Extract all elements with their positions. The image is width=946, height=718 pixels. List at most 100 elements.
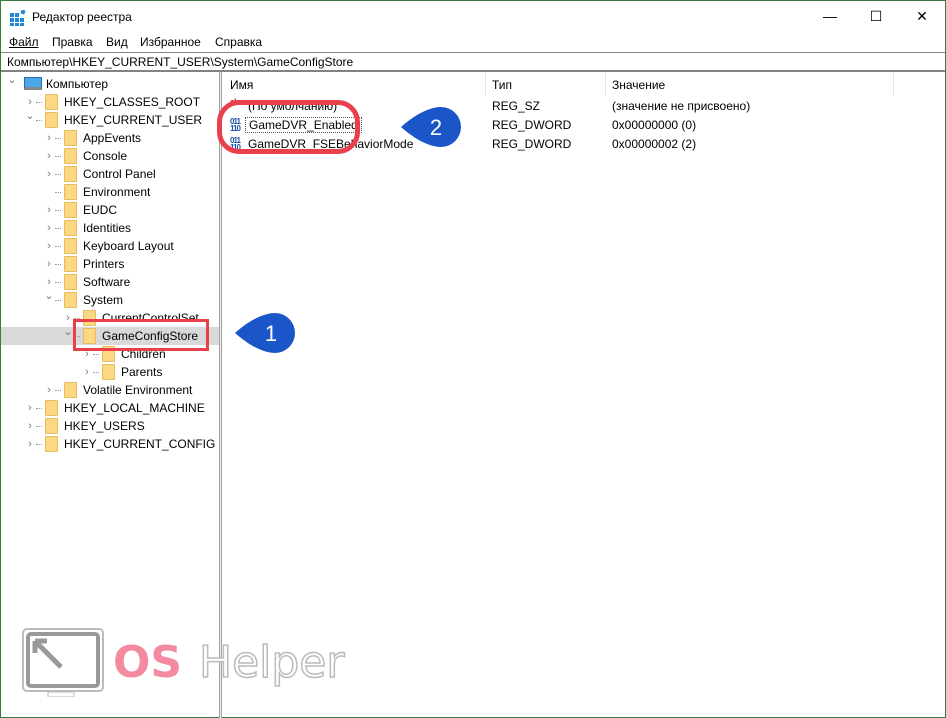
tree-connector [55, 264, 61, 265]
tree-node-label: Control Panel [83, 167, 156, 181]
chevron-right-icon[interactable]: › [25, 93, 35, 111]
tree-node[interactable]: ⌄ System [1, 291, 219, 309]
folder-icon [64, 274, 77, 290]
chevron-down-icon[interactable]: ⌄ [44, 291, 54, 309]
tree-node[interactable]: › Parents [1, 363, 219, 381]
folder-icon [64, 220, 77, 236]
tree-connector [55, 210, 61, 211]
tree-connector [55, 174, 61, 175]
close-button[interactable]: ✕ [899, 1, 945, 31]
column-header-value[interactable]: Значение [604, 76, 665, 96]
tree-node[interactable]: › HKEY_USERS [1, 417, 219, 435]
values-list[interactable]: Имя Тип Значение ab (По умолчанию) REG_S… [222, 72, 945, 718]
tree-connector [36, 426, 42, 427]
chevron-right-icon[interactable]: › [44, 219, 54, 237]
callout-1-marker: 1 [235, 313, 295, 353]
tree-node[interactable]: › Control Panel [1, 165, 219, 183]
folder-icon [64, 292, 77, 308]
tree-node[interactable]: › Keyboard Layout [1, 237, 219, 255]
chevron-right-icon[interactable]: › [63, 309, 73, 327]
column-header-type[interactable]: Тип [484, 76, 512, 96]
tree-connector [36, 408, 42, 409]
chevron-right-icon[interactable]: › [44, 381, 54, 399]
chevron-right-icon[interactable]: › [44, 129, 54, 147]
tree-connector [36, 120, 42, 121]
chevron-right-icon[interactable]: › [44, 273, 54, 291]
tree-node[interactable]: › HKEY_CLASSES_ROOT [1, 93, 219, 111]
tree-connector [55, 228, 61, 229]
menu-edit[interactable]: Правка [52, 35, 93, 49]
tree-node[interactable]: › Console [1, 147, 219, 165]
regedit-app-icon [10, 10, 26, 26]
registry-editor-window: Редактор реестра — ☐ ✕ Файл Правка Вид И… [0, 0, 946, 718]
tree-node-label: HKEY_CURRENT_USER [64, 113, 203, 127]
tree-node[interactable]: › HKEY_LOCAL_MACHINE [1, 399, 219, 417]
folder-icon [64, 130, 77, 146]
chevron-right-icon[interactable]: › [44, 255, 54, 273]
chevron-down-icon[interactable]: ⌄ [25, 111, 35, 129]
chevron-down-icon[interactable]: ⌄ [63, 327, 73, 345]
tree-node-label: HKEY_CLASSES_ROOT [64, 95, 201, 109]
highlight-box-2 [217, 100, 360, 154]
chevron-right-icon[interactable]: › [44, 147, 54, 165]
value-type: REG_DWORD [492, 118, 572, 132]
chevron-right-icon[interactable]: › [25, 399, 35, 417]
folder-icon [45, 436, 58, 452]
tree-node[interactable]: › Software [1, 273, 219, 291]
tree-node-label: Printers [83, 257, 125, 271]
window-title: Редактор реестра [32, 10, 132, 24]
tree-node[interactable]: › Identities [1, 219, 219, 237]
registry-tree[interactable]: ⌄ Компьютер › HKEY_CLASSES_ROOT ⌄ HKEY_CURREN… [1, 72, 219, 718]
menu-view[interactable]: Вид [106, 35, 128, 49]
tree-node-label: Software [83, 275, 131, 289]
chevron-right-icon[interactable]: › [82, 363, 92, 381]
tree-node-label: Console [83, 149, 128, 163]
column-divider[interactable] [893, 72, 894, 96]
tree-node[interactable]: Environment [1, 183, 219, 201]
column-header-name[interactable]: Имя [222, 76, 253, 96]
tree-connector [55, 246, 61, 247]
tree-connector [55, 390, 61, 391]
tree-connector [93, 354, 99, 355]
callout-2-label: 2 [430, 115, 442, 140]
value-type: REG_DWORD [492, 137, 572, 151]
tree-node[interactable]: › EUDC [1, 201, 219, 219]
address-bar[interactable]: Компьютер\HKEY_CURRENT_USER\System\GameC… [1, 52, 945, 72]
tree-node-label: Volatile Environment [83, 383, 193, 397]
tree-node[interactable]: ⌄ HKEY_CURRENT_USER [1, 111, 219, 129]
computer-icon [24, 77, 42, 90]
tree-node-label: Identities [83, 221, 132, 235]
folder-icon [64, 238, 77, 254]
value-type: REG_SZ [492, 99, 541, 113]
folder-icon [102, 364, 115, 380]
folder-icon [64, 166, 77, 182]
menu-bar: Файл Правка Вид Избранное Справка [1, 33, 945, 53]
tree-node[interactable]: ⌄ Компьютер [1, 75, 219, 93]
tree-node-label: Keyboard Layout [83, 239, 174, 253]
tree-node-label: AppEvents [83, 131, 142, 145]
maximize-button[interactable]: ☐ [853, 1, 899, 31]
menu-file[interactable]: Файл [9, 35, 39, 49]
chevron-right-icon[interactable]: › [44, 201, 54, 219]
folder-icon [64, 382, 77, 398]
value-data: (значение не присвоено) [612, 99, 751, 113]
menu-favorites[interactable]: Избранное [140, 35, 201, 49]
chevron-right-icon[interactable]: › [25, 435, 35, 453]
chevron-down-icon[interactable]: ⌄ [7, 75, 17, 93]
value-data: 0x00000000 (0) [612, 118, 697, 132]
tree-node-label: Environment [83, 185, 151, 199]
value-data: 0x00000002 (2) [612, 137, 697, 151]
tree-node[interactable]: › Volatile Environment [1, 381, 219, 399]
tree-node[interactable]: › HKEY_CURRENT_CONFIG [1, 435, 219, 453]
menu-help[interactable]: Справка [215, 35, 262, 49]
chevron-right-icon[interactable]: › [44, 165, 54, 183]
minimize-button[interactable]: — [807, 1, 853, 31]
tree-node[interactable]: › AppEvents [1, 129, 219, 147]
tree-connector [55, 156, 61, 157]
tree-node-label: Parents [121, 365, 163, 379]
chevron-right-icon[interactable]: › [25, 417, 35, 435]
chevron-right-icon[interactable]: › [44, 237, 54, 255]
callout-2-marker: 2 [401, 107, 461, 147]
tree-node-label: Компьютер [46, 77, 109, 91]
tree-node[interactable]: › Printers [1, 255, 219, 273]
